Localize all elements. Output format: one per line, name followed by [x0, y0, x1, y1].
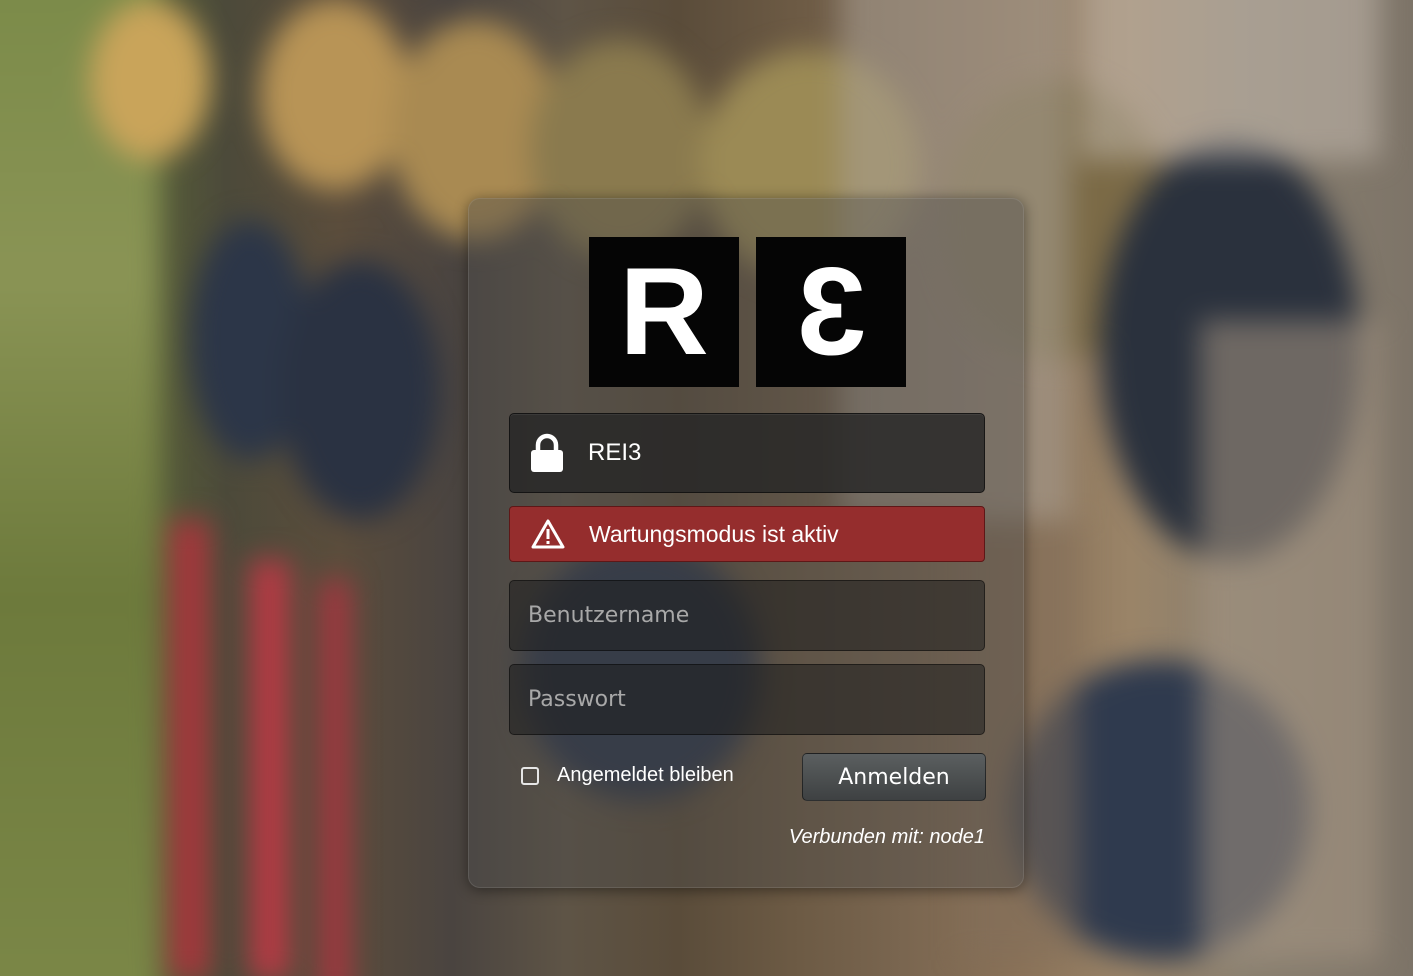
logo-letter-3: 3: [796, 243, 866, 381]
instance-name-bar: REI3: [509, 413, 985, 493]
username-input[interactable]: [509, 580, 985, 651]
logo-tile-right: 3: [756, 237, 906, 387]
logo-letter-r: R: [619, 243, 709, 381]
maintenance-message: Wartungsmodus ist aktiv: [589, 520, 839, 547]
app-logo: R 3: [589, 237, 906, 387]
login-card: R 3 REI3 Wartungsmodus ist aktiv Angemel…: [468, 198, 1024, 888]
warning-icon: [531, 519, 565, 549]
checkbox-icon[interactable]: [521, 766, 539, 785]
lock-icon: [531, 433, 563, 472]
remember-me-label: Angemeldet bleiben: [557, 764, 734, 786]
maintenance-alert: Wartungsmodus ist aktiv: [509, 506, 985, 562]
password-input[interactable]: [509, 664, 985, 735]
remember-me-checkbox[interactable]: Angemeldet bleiben: [521, 764, 734, 787]
connection-status: Verbunden mit: node1: [788, 826, 985, 848]
login-button[interactable]: Anmelden: [802, 753, 986, 801]
instance-name: REI3: [588, 439, 642, 466]
logo-tile-left: R: [589, 237, 739, 387]
